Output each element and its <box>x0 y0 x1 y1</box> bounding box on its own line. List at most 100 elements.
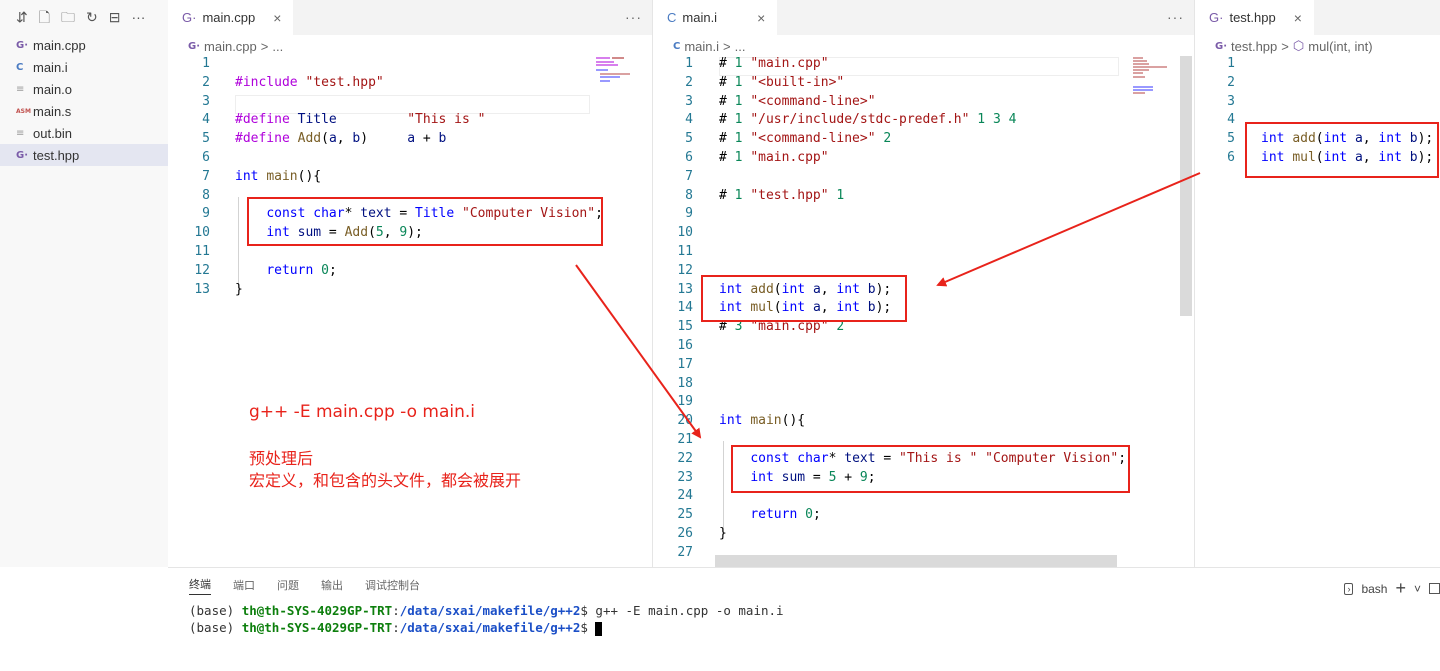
new-file-icon[interactable]: 🗋 <box>39 10 50 24</box>
file-item[interactable]: G· main.cpp <box>0 34 168 56</box>
file-item[interactable]: ≡ out.bin <box>0 122 168 144</box>
code-line[interactable]: 3 <box>1195 93 1235 112</box>
line-number: 23 <box>677 469 693 485</box>
code-line[interactable]: 17 <box>653 356 693 375</box>
code-line[interactable]: 26} <box>653 525 726 544</box>
code-line[interactable]: 24 <box>653 487 693 506</box>
code-line[interactable]: 8 <box>168 187 210 206</box>
code-line[interactable]: 20 int main(){ <box>653 412 805 431</box>
code-line[interactable]: 14 int mul(int a, int b); <box>653 299 891 318</box>
code-line[interactable]: 12 return 0; <box>168 262 336 281</box>
add-terminal-icon[interactable]: + <box>1395 578 1406 599</box>
file-type-icon: G· <box>16 39 29 51</box>
code-line[interactable]: 13 int add(int a, int b); <box>653 281 891 300</box>
panel-tab[interactable]: 问题 <box>277 577 299 593</box>
code-text: # 1 "test.hpp" 1 <box>719 187 845 203</box>
minimap[interactable] <box>592 55 642 85</box>
code-line[interactable]: 27 <box>653 544 693 563</box>
code-line[interactable]: 4 # 1 "/usr/include/stdc-predef.h" 1 3 4 <box>653 111 1016 130</box>
code-line[interactable]: 11 <box>653 243 693 262</box>
code-line[interactable]: 16 <box>653 337 693 356</box>
breadcrumb: G· main.cpp > ... <box>168 35 652 57</box>
breadcrumb-file[interactable]: main.i <box>684 39 719 54</box>
code-line[interactable]: 25 return 0; <box>653 506 820 525</box>
line-number: 12 <box>194 262 210 278</box>
panel-tab[interactable]: 终端 <box>189 576 211 595</box>
code-line[interactable]: 9 const char* text = Title "Computer Vis… <box>168 205 603 224</box>
code-line[interactable]: 13} <box>168 281 242 300</box>
code-line[interactable]: 8 # 1 "test.hpp" 1 <box>653 187 844 206</box>
tab-main-cpp[interactable]: G· main.cpp × <box>168 0 294 35</box>
code-line[interactable]: 7 <box>653 168 693 187</box>
breadcrumb-file[interactable]: main.cpp <box>204 39 257 54</box>
code-line[interactable]: 1 <box>168 55 210 74</box>
code-line[interactable]: 12 <box>653 262 693 281</box>
code-line[interactable]: 21 <box>653 431 693 450</box>
code-line[interactable]: 2 #include "test.hpp" <box>168 74 384 93</box>
close-icon[interactable]: × <box>757 10 765 26</box>
code-view[interactable]: 1 2 #include "test.hpp" 3 4 #define Title "Th… <box>168 55 603 300</box>
file-item[interactable]: ASM main.s <box>0 100 168 122</box>
code-line[interactable]: 2 <box>1195 74 1235 93</box>
code-line[interactable]: 19 <box>653 393 693 412</box>
tab-label: test.hpp <box>1229 10 1276 25</box>
more-actions-icon[interactable]: ··· <box>1167 9 1184 25</box>
code-view[interactable]: 1 # 1 "main.cpp" 2 # 1 "<built-in>" 3 # 1 "<c… <box>653 55 1126 563</box>
code-view[interactable]: 1 2 3 4 5 int add(int a, int b); 6 int mul(int … <box>1195 55 1433 168</box>
terminal-cursor <box>595 621 603 636</box>
tab-main-i[interactable]: C main.i × <box>653 0 778 35</box>
close-icon[interactable]: × <box>273 10 281 26</box>
shell-selector[interactable]: bash <box>1361 582 1387 596</box>
collapse-all-icon[interactable]: ⊟ <box>109 10 121 24</box>
panel-tab[interactable]: 调试控制台 <box>365 577 420 593</box>
code-line[interactable]: 2 # 1 "<built-in>" <box>653 74 844 93</box>
code-line[interactable]: 6 # 1 "main.cpp" <box>653 149 828 168</box>
close-icon[interactable]: × <box>1294 10 1302 26</box>
breadcrumb-symbol[interactable]: mul(int, int) <box>1308 39 1372 54</box>
file-item[interactable]: Cmain.i <box>0 56 168 78</box>
code-line[interactable]: 9 <box>653 205 693 224</box>
chevron-down-icon[interactable]: ˅ <box>1414 582 1421 596</box>
code-line[interactable]: 3 # 1 "<command-line>" <box>653 93 875 112</box>
minimap[interactable] <box>1131 55 1181 94</box>
code-line[interactable]: 7 int main(){ <box>168 168 321 187</box>
panel-tab[interactable]: 端口 <box>233 577 255 593</box>
tab-test-hpp[interactable]: G· test.hpp × <box>1195 0 1314 35</box>
code-line[interactable]: 3 <box>168 93 210 112</box>
code-line[interactable]: 1 # 1 "main.cpp" <box>653 55 828 74</box>
code-line[interactable]: 6 <box>168 149 210 168</box>
file-type-icon: ≡ <box>16 83 25 95</box>
code-line[interactable]: 5 #define Add(a, b) a + b <box>168 130 446 149</box>
refresh-icon[interactable]: ↻ <box>86 10 98 24</box>
code-line[interactable]: 11 <box>168 243 210 262</box>
code-line[interactable]: 22 const char* text = "This is " "Comput… <box>653 450 1126 469</box>
horizontal-scrollbar[interactable] <box>715 555 1117 567</box>
code-line[interactable]: 10 int sum = Add(5, 9); <box>168 224 423 243</box>
vertical-scrollbar[interactable] <box>1180 56 1192 316</box>
code-line[interactable]: 5 int add(int a, int b); <box>1195 130 1433 149</box>
terminal-output[interactable]: (base) th@th-SYS-4029GP-TRT:/data/sxai/m… <box>168 602 1440 636</box>
split-terminal-icon[interactable] <box>1429 583 1440 594</box>
line-number: 1 <box>685 56 693 71</box>
code-line[interactable]: 1 <box>1195 55 1235 74</box>
code-line[interactable]: 5 # 1 "<command-line>" 2 <box>653 130 891 149</box>
panel-toolbar: › bash + ˅ <box>1344 578 1440 599</box>
code-line[interactable]: 6 int mul(int a, int b); <box>1195 149 1433 168</box>
file-item[interactable]: ≡ main.o <box>0 78 168 100</box>
more-actions-icon[interactable]: ··· <box>625 9 642 25</box>
code-line[interactable]: 15 # 3 "main.cpp" 2 <box>653 318 844 337</box>
file-item[interactable]: G· test.hpp <box>0 144 168 166</box>
collapse-icon[interactable]: ⇵ <box>16 10 28 24</box>
code-line[interactable]: 18 <box>653 375 693 394</box>
breadcrumb-file[interactable]: test.hpp <box>1231 39 1277 54</box>
new-folder-icon[interactable]: 🗀 <box>61 10 75 24</box>
panel-tab[interactable]: 输出 <box>321 577 343 593</box>
code-line[interactable]: 4 #define Title "This is " <box>168 111 485 130</box>
code-line[interactable]: 10 <box>653 224 693 243</box>
code-line[interactable]: 23 int sum = 5 + 9; <box>653 469 875 488</box>
more-icon[interactable]: ··· <box>131 10 145 24</box>
code-line[interactable]: 4 <box>1195 111 1235 130</box>
breadcrumb-ellipsis[interactable]: ... <box>272 39 283 54</box>
c-file-icon: C <box>673 40 681 52</box>
breadcrumb-ellipsis[interactable]: ... <box>735 39 746 54</box>
